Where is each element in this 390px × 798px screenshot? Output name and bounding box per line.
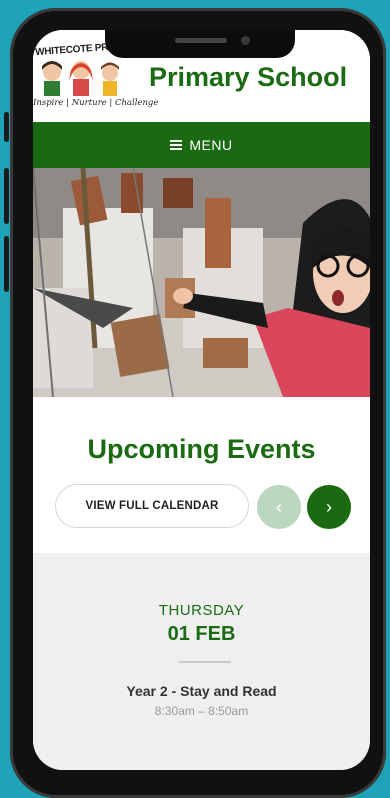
event-card[interactable]: THURSDAY 01 FEB Year 2 - Stay and Read 8… (33, 553, 370, 770)
menu-button[interactable]: MENU (33, 122, 370, 168)
events-heading: Upcoming Events (87, 434, 316, 464)
event-day: THURSDAY (158, 602, 245, 619)
chevron-right-icon: › (326, 496, 332, 517)
hamburger-icon (170, 140, 183, 150)
view-calendar-button[interactable]: VIEW FULL CALENDAR (55, 484, 249, 528)
hero-photo-museum-display (33, 168, 370, 397)
chevron-left-icon: ‹ (276, 496, 282, 517)
event-divider (179, 661, 231, 663)
phone-volume-up (4, 168, 9, 224)
phone-notch (105, 30, 295, 58)
speaker-grille (175, 38, 227, 43)
hero-image (33, 168, 370, 397)
front-camera (241, 36, 250, 45)
next-event-button[interactable]: › (307, 485, 351, 529)
event-title[interactable]: Year 2 - Stay and Read (33, 683, 370, 699)
event-time: 8:30am – 8:50am (154, 704, 249, 718)
phone-screen: WHITECOTE PRIMARY SCHOOL Inspire | Nurtu… (33, 30, 370, 770)
event-date: 01 FEB (167, 623, 236, 645)
phone-volume-down (4, 236, 9, 292)
phone-mute-switch (4, 112, 9, 142)
logo-children-illustration (42, 61, 119, 96)
logo-tagline: Inspire | Nurture | Challenge (33, 98, 159, 108)
previous-event-button[interactable]: ‹ (257, 485, 301, 529)
menu-label: MENU (189, 137, 233, 153)
school-name-line2: Primary School (149, 62, 348, 92)
